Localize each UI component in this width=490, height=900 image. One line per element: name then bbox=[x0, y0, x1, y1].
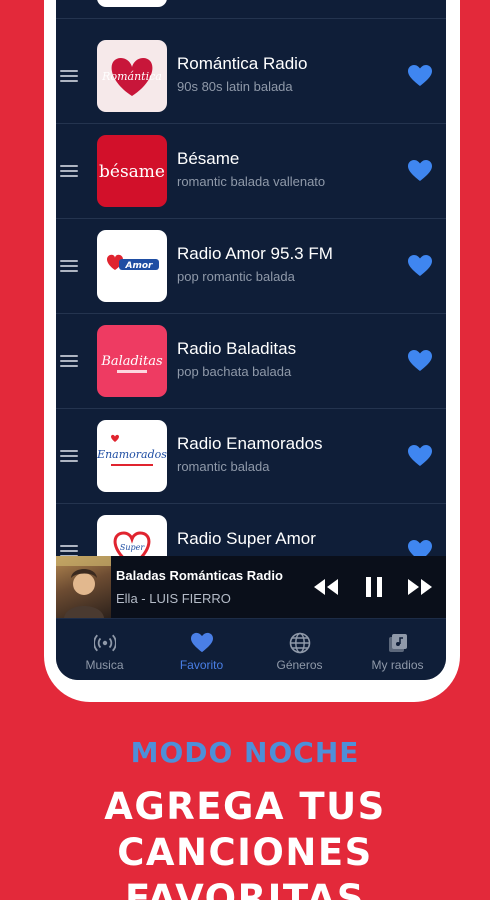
drag-handle-icon[interactable] bbox=[60, 355, 78, 367]
promo-title: AGREGA TUS CANCIONES FAVORITAS bbox=[0, 784, 490, 900]
station-name: Radio Baladitas bbox=[177, 339, 297, 358]
promo-subtitle: MODO NOCHE bbox=[130, 736, 360, 769]
tab-generos[interactable]: Géneros bbox=[251, 619, 348, 680]
station-tags: romantic balada vallenato bbox=[177, 174, 326, 189]
mini-player[interactable]: Baladas Románticas Radio Ella - LUIS FIE… bbox=[56, 556, 446, 618]
tab-favorito[interactable]: Favorito bbox=[153, 619, 250, 680]
drag-handle-icon[interactable] bbox=[60, 450, 78, 462]
station-logo bbox=[97, 0, 167, 7]
station-name: Radio Enamorados bbox=[177, 434, 323, 453]
logo-text: Amor bbox=[125, 261, 154, 271]
station-row[interactable] bbox=[56, 0, 446, 19]
station-row[interactable]: Romántica Romántica Radio 90s 80s latin … bbox=[56, 29, 446, 124]
fast-forward-icon[interactable] bbox=[406, 575, 434, 599]
station-row[interactable]: Amor Radio Amor 95.3 FM pop romantic bal… bbox=[56, 219, 446, 314]
tab-label: Musica bbox=[85, 658, 124, 672]
player-subtitle: Ella - LUIS FIERRO bbox=[116, 591, 231, 606]
album-cover[interactable] bbox=[56, 556, 111, 618]
heart-icon[interactable] bbox=[408, 350, 432, 372]
heart-icon bbox=[190, 632, 213, 653]
bottom-navigation: Musica Favorito Géneros My radios bbox=[56, 618, 446, 680]
tab-my-radios[interactable]: My radios bbox=[349, 619, 446, 680]
radio-waves-icon bbox=[93, 634, 116, 652]
station-tags: pop bachata balada bbox=[177, 364, 292, 379]
station-logo: bésame bbox=[97, 135, 167, 207]
station-name: Radio Super Amor bbox=[177, 529, 316, 548]
rewind-icon[interactable] bbox=[312, 575, 340, 599]
logo-text: Super bbox=[120, 543, 145, 552]
station-name: Romántica Radio bbox=[177, 54, 308, 73]
logo-text: Baladitas bbox=[100, 354, 163, 369]
tab-label: Favorito bbox=[179, 658, 224, 672]
library-icon bbox=[388, 634, 407, 652]
heart-icon[interactable] bbox=[408, 65, 432, 87]
station-tags: pop romantic balada bbox=[177, 269, 295, 284]
station-logo: Baladitas bbox=[97, 325, 167, 397]
station-tags: romantic balada bbox=[177, 459, 270, 474]
globe-icon bbox=[289, 632, 310, 654]
station-logo: Enamorados bbox=[97, 420, 167, 492]
station-row[interactable]: Enamorados Radio Enamorados romantic bal… bbox=[56, 409, 446, 504]
station-name: Radio Amor 95.3 FM bbox=[177, 244, 333, 263]
station-row[interactable]: Baladitas Radio Baladitas pop bachata ba… bbox=[56, 314, 446, 409]
promo-title-line2: FAVORITAS bbox=[125, 877, 365, 900]
logo-text: bésame bbox=[99, 162, 165, 182]
heart-icon[interactable] bbox=[408, 445, 432, 467]
station-name: Bésame bbox=[177, 149, 240, 168]
tab-musica[interactable]: Musica bbox=[56, 619, 153, 680]
player-title: Baladas Románticas Radio bbox=[116, 568, 283, 583]
station-row[interactable]: bésame Bésame romantic balada vallenato bbox=[56, 124, 446, 219]
promo-title-line1: AGREGA TUS CANCIONES bbox=[104, 785, 386, 874]
heart-icon[interactable] bbox=[408, 160, 432, 182]
drag-handle-icon[interactable] bbox=[60, 260, 78, 272]
drag-handle-icon[interactable] bbox=[60, 70, 78, 82]
drag-handle-icon[interactable] bbox=[60, 165, 78, 177]
station-logo: Amor bbox=[97, 230, 167, 302]
tab-label: Géneros bbox=[276, 658, 323, 672]
app-screen: Romántica Romántica Radio 90s 80s latin … bbox=[56, 0, 446, 680]
tab-label: My radios bbox=[371, 658, 424, 672]
station-tags: 90s 80s latin balada bbox=[177, 79, 293, 94]
heart-icon[interactable] bbox=[408, 255, 432, 277]
station-logo: Romántica bbox=[97, 40, 167, 112]
logo-text: Enamorados bbox=[97, 448, 167, 461]
pause-icon[interactable] bbox=[360, 575, 388, 599]
logo-text: Romántica bbox=[101, 70, 162, 83]
